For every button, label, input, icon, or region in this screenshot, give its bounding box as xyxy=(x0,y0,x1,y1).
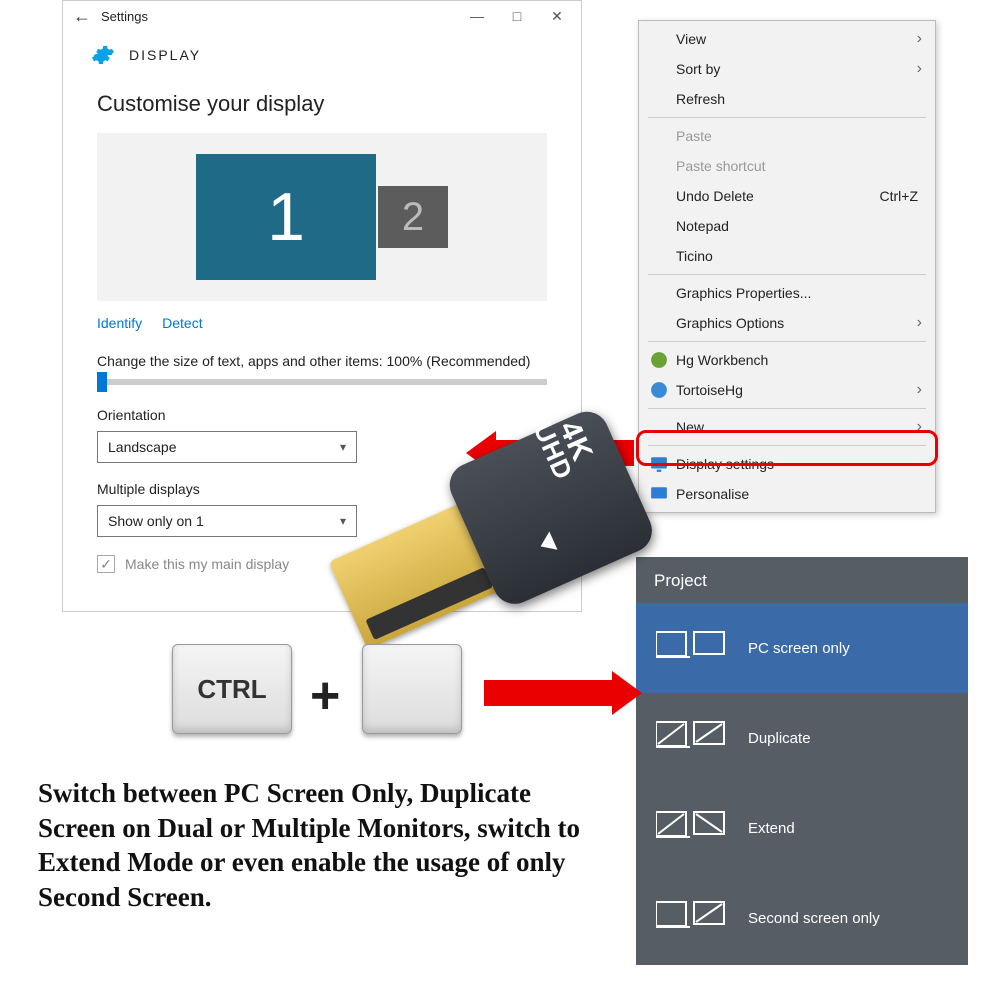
ctx-new[interactable]: New› xyxy=(642,412,932,442)
separator xyxy=(648,117,926,118)
titlebar: ← Settings ― □ ✕ xyxy=(63,1,581,31)
project-label: PC screen only xyxy=(748,640,850,657)
project-label: Duplicate xyxy=(748,730,811,747)
ctx-notepad[interactable]: Notepad xyxy=(642,211,932,241)
ctx-personalise[interactable]: Personalise xyxy=(642,479,932,509)
desktop-context-menu: View› Sort by› Refresh Paste Paste short… xyxy=(638,20,936,513)
ctx-refresh[interactable]: Refresh xyxy=(642,84,932,114)
chevron-right-icon: › xyxy=(917,60,922,78)
project-label: Second screen only xyxy=(748,910,880,927)
orientation-value: Landscape xyxy=(108,439,177,455)
close-button[interactable]: ✕ xyxy=(537,2,577,30)
section-title: DISPLAY xyxy=(129,47,201,63)
scale-label: Change the size of text, apps and other … xyxy=(97,353,547,369)
ctx-ticino[interactable]: Ticino xyxy=(642,241,932,271)
project-pc-only[interactable]: PC screen only xyxy=(636,603,968,693)
ctx-undo[interactable]: Undo DeleteCtrl+Z xyxy=(642,181,932,211)
project-title: Project xyxy=(636,557,968,603)
main-display-label: Make this my main display xyxy=(125,556,289,572)
ctx-paste-shortcut: Paste shortcut xyxy=(642,151,932,181)
ctx-graphics-properties[interactable]: Graphics Properties... xyxy=(642,278,932,308)
minimize-button[interactable]: ― xyxy=(457,2,497,30)
separator xyxy=(648,445,926,446)
gear-icon xyxy=(91,43,115,67)
monitor-1[interactable]: 1 xyxy=(196,154,376,280)
ctx-tortoisehg[interactable]: TortoiseHg› xyxy=(642,375,932,405)
slider-thumb[interactable] xyxy=(97,372,107,392)
separator xyxy=(648,341,926,342)
ctrl-key: CTRL xyxy=(172,644,292,734)
ctx-display-settings[interactable]: Display settings xyxy=(642,449,932,479)
back-button[interactable]: ← xyxy=(67,6,97,27)
pc-only-icon xyxy=(656,626,726,670)
chevron-right-icon: › xyxy=(917,30,922,48)
shortcut-label: Ctrl+Z xyxy=(880,188,919,204)
separator xyxy=(648,274,926,275)
ctx-sort[interactable]: Sort by› xyxy=(642,54,932,84)
detect-link[interactable]: Detect xyxy=(162,315,202,331)
scale-slider[interactable] xyxy=(97,379,547,385)
tortoise-icon xyxy=(650,381,668,399)
monitor-2[interactable]: 2 xyxy=(378,186,448,248)
plus-sign: + xyxy=(310,666,340,726)
red-arrow-right xyxy=(484,680,614,706)
chevron-right-icon: › xyxy=(917,314,922,332)
ctx-hg-workbench[interactable]: Hg Workbench xyxy=(642,345,932,375)
caption-text: Switch between PC Screen Only, Duplicate… xyxy=(38,776,598,914)
page-heading: Customise your display xyxy=(97,91,547,117)
monitor-icon xyxy=(650,455,668,473)
blank-key xyxy=(362,644,462,734)
duplicate-icon xyxy=(656,716,726,760)
checkbox-icon[interactable]: ✓ xyxy=(97,555,115,573)
orientation-dropdown[interactable]: Landscape ▾ xyxy=(97,431,357,463)
identify-link[interactable]: Identify xyxy=(97,315,142,331)
extend-icon xyxy=(656,806,726,850)
project-extend[interactable]: Extend xyxy=(636,783,968,873)
triangle-icon xyxy=(537,531,558,555)
hg-icon xyxy=(650,351,668,369)
chevron-down-icon: ▾ xyxy=(340,440,346,454)
multiple-displays-value: Show only on 1 xyxy=(108,513,204,529)
project-panel: Project PC screen only Duplicate Extend … xyxy=(636,557,968,965)
orientation-label: Orientation xyxy=(97,407,547,423)
window-title: Settings xyxy=(97,9,457,24)
maximize-button[interactable]: □ xyxy=(497,2,537,30)
second-only-icon xyxy=(656,896,726,940)
monitor-arrangement[interactable]: 1 2 xyxy=(97,133,547,301)
ctx-view[interactable]: View› xyxy=(642,24,932,54)
personalise-icon xyxy=(650,485,668,503)
chevron-right-icon: › xyxy=(917,418,922,436)
separator xyxy=(648,408,926,409)
chevron-right-icon: › xyxy=(917,381,922,399)
project-second-only[interactable]: Second screen only xyxy=(636,873,968,963)
project-label: Extend xyxy=(748,820,795,837)
ctx-graphics-options[interactable]: Graphics Options› xyxy=(642,308,932,338)
identify-detect-row: Identify Detect xyxy=(97,315,547,331)
ctx-paste: Paste xyxy=(642,121,932,151)
section-header: DISPLAY xyxy=(63,31,581,75)
project-duplicate[interactable]: Duplicate xyxy=(636,693,968,783)
dongle-label: 4KUHD xyxy=(530,409,600,484)
